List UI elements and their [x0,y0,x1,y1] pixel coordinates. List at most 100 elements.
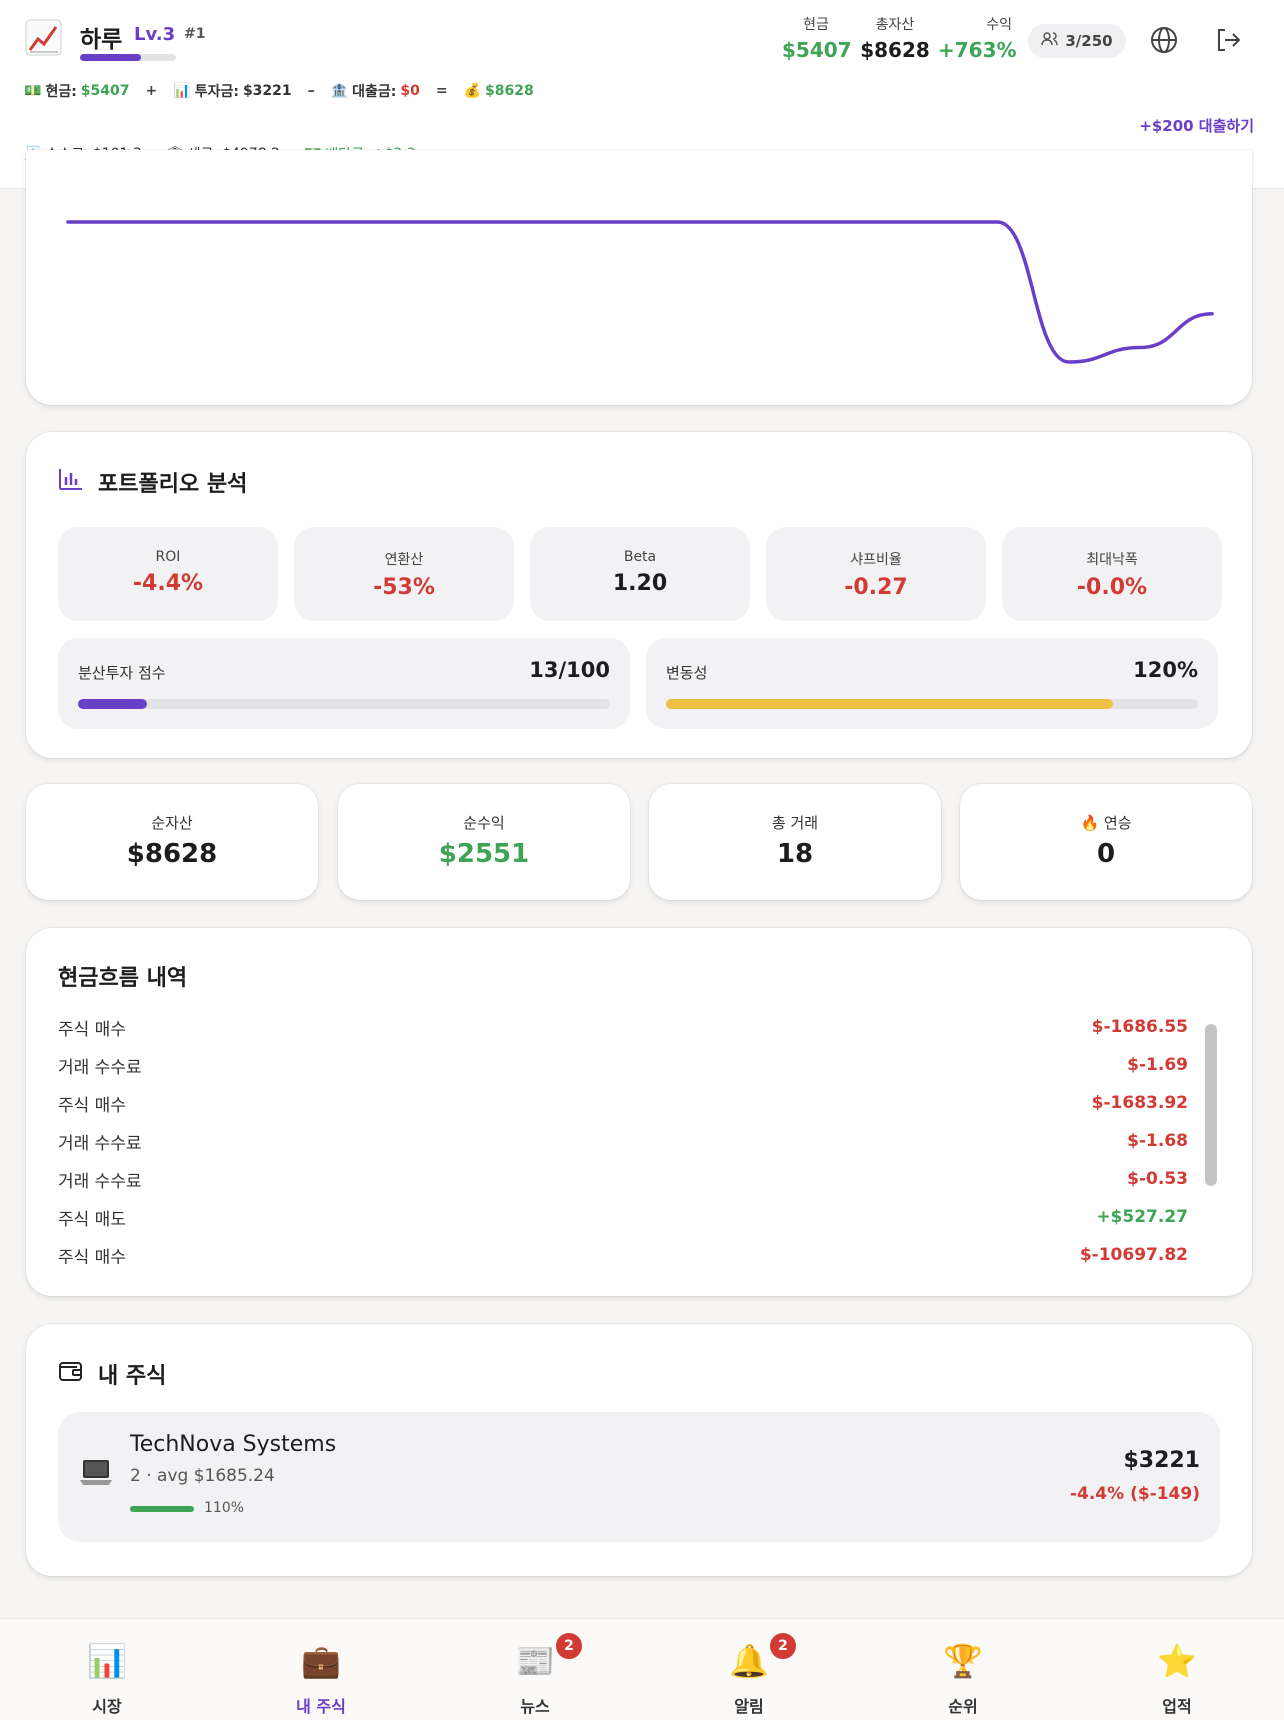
list-item: 주식 매수 $-10697.82 [58,1236,1218,1264]
cashflow-amount: $-1.69 [1127,1055,1188,1075]
summary-label: 순수익 [463,814,505,832]
nav-ranking[interactable]: 🏆 순위 [856,1619,1070,1720]
section-title: 내 주식 [98,1364,167,1389]
stock-weight-percent: 110% [204,1500,245,1516]
header-stat-cash: 현금 $5407 [782,14,852,62]
nav-label: 순위 [948,1697,978,1716]
formula-cash-value: $5407 [80,83,130,99]
cashflow-amount: $-1683.92 [1091,1093,1188,1113]
stock-holding-row[interactable]: TechNova Systems 2 · avg $1685.24 110% $… [58,1412,1220,1542]
score-fill [78,699,148,709]
score-bar-row: 분산투자 점수 13/100 변동성 120% [58,638,1218,729]
nav-news[interactable]: 📰 2 뉴스 [428,1619,642,1720]
metric-label: 샤프비율 [850,552,902,568]
trophy-icon: 🏆 [943,1642,983,1680]
metric-label: Beta [623,549,657,565]
formula-loan: 🏦 대출금: $0 [331,81,420,101]
score-label: 변동성 [666,664,708,682]
stock-quantity-avg: 2 · avg $1685.24 [130,1466,275,1486]
formula-minus: – [307,83,315,99]
nav-market[interactable]: 📊 시장 [0,1619,214,1720]
metric-value: 1.20 [612,571,668,596]
nav-my-stocks[interactable]: 💼 내 주식 [214,1619,428,1720]
xp-progress-bar [80,54,176,61]
score-track [78,699,610,709]
diversification-score: 분산투자 점수 13/100 [58,638,630,729]
score-track [666,699,1198,709]
bar-chart-icon [58,467,84,497]
player-count-badge[interactable]: 3/250 [1028,24,1126,58]
nav-label: 내 주식 [296,1697,346,1716]
metric-roi: ROI -4.4% [58,527,278,621]
cashflow-list[interactable]: 주식 매수 $-1686.55 거래 수수료 $-1.69 주식 매수 $-1683.… [58,1008,1218,1264]
cash-icon: 💵 [24,83,42,99]
bank-icon: 🏦 [330,83,349,99]
header-stat-label: 현금 [803,17,829,33]
portfolio-analysis-card: 포트폴리오 분석 ROI -4.4% 연환산 -53% Beta 1.20 샤프비율 -… [26,432,1252,758]
cashflow-label: 주식 매도 [58,1209,126,1230]
formula-invest-label: 투자금: [194,84,239,100]
score-label: 분산투자 점수 [78,664,166,682]
header-stat-label: 총자산 [875,17,915,33]
users-icon [1041,31,1059,51]
summary-net-profit: 순수익 $2551 [338,784,630,900]
formula-plus: + [145,83,158,99]
metric-label: 연환산 [384,552,424,568]
summary-total-trades: 총 거래 18 [649,784,941,900]
newspaper-icon: 📰 [515,1642,555,1680]
cashflow-scrollbar[interactable] [1204,1018,1218,1264]
cashflow-label: 주식 매수 [58,1095,126,1116]
my-stocks-card: 내 주식 TechNova Systems 2 · avg $1685.24 1… [26,1324,1252,1576]
nav-label: 알림 [734,1697,764,1716]
notification-badge: 2 [554,1631,584,1661]
summary-value: $2551 [438,839,530,869]
summary-value: 0 [1096,839,1116,869]
list-item: 주식 매수 $-1686.55 [58,1008,1218,1046]
globe-icon[interactable] [1148,24,1180,56]
header-stat-profit: 수익 +763% [938,14,1017,62]
header-stat-value: $5407 [782,38,852,62]
scrollbar-thumb[interactable] [1205,1024,1217,1186]
nav-alerts[interactable]: 🔔 2 알림 [642,1619,856,1720]
take-loan-button[interactable]: +$200 대출하기 [1139,115,1254,136]
metric-annualized: 연환산 -53% [294,527,514,621]
cashflow-label: 거래 수수료 [58,1171,142,1192]
stock-change: -4.4% ($-149) [1069,1484,1200,1504]
star-icon: ⭐ [1157,1642,1197,1680]
cashflow-amount: $-0.53 [1127,1169,1188,1189]
cashflow-label: 주식 매수 [58,1247,126,1265]
chart-series-line [66,220,1214,364]
list-item: 주식 매도 +$527.27 [58,1198,1218,1236]
nav-label: 시장 [92,1697,122,1716]
laptop-icon [78,1454,114,1490]
list-item: 거래 수수료 $-1.69 [58,1046,1218,1084]
logout-icon[interactable] [1212,24,1244,56]
summary-label: 🔥 연승 [1080,814,1132,832]
cashflow-amount: $-1.68 [1127,1131,1188,1151]
user-rank: #1 [184,26,206,42]
cashflow-label: 거래 수수료 [58,1057,142,1078]
money-bag-icon: 💰 [463,83,481,99]
summary-net-assets: 순자산 $8628 [26,784,318,900]
nav-label: 업적 [1162,1697,1192,1716]
cashflow-header: 현금흐름 내역 [58,960,187,992]
bottom-navigation: 📊 시장 💼 내 주식 📰 2 뉴스 🔔 2 알림 🏆 순위 ⭐ 업적 [0,1618,1284,1720]
formula-loan-value: $0 [400,83,420,99]
user-level: Lv.3 [134,24,176,45]
stock-value: $3221 [1123,1448,1200,1473]
header-stat-value: $8628 [860,38,930,62]
summary-value: 18 [776,839,814,869]
list-item: 거래 수수료 $-1.68 [58,1122,1218,1160]
formula-invest: 📊 투자금: $3221 [173,81,291,101]
nav-achievements[interactable]: ⭐ 업적 [1070,1619,1284,1720]
player-count: 3/250 [1065,32,1113,50]
metric-value: -53% [373,575,435,600]
metric-value: -0.0% [1076,575,1148,600]
header-stat-value: +763% [938,38,1017,62]
notification-badge: 2 [768,1631,798,1661]
metric-max-drawdown: 최대낙폭 -0.0% [1002,527,1222,621]
cashflow-card: 현금흐름 내역 주식 매수 $-1686.55 거래 수수료 $-1.69 주식 매… [26,928,1252,1296]
formula-cash-label: 현금: [45,84,77,100]
wallet-icon [58,1359,84,1389]
asset-chart-card [26,150,1252,405]
